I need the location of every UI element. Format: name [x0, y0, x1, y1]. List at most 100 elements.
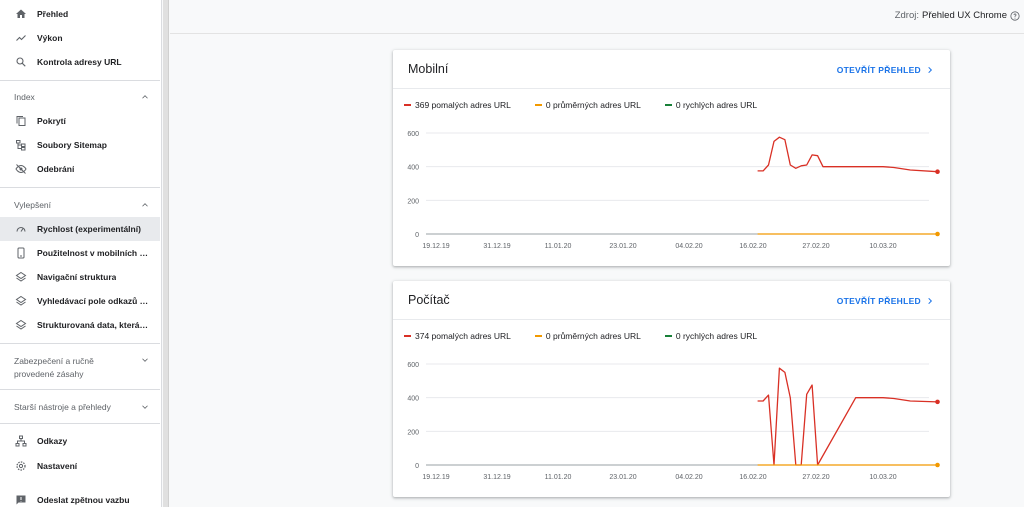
gear-icon — [14, 459, 28, 473]
sidebar-item-label: Odebrání — [37, 164, 75, 174]
x-tick-label: 27.02.20 — [802, 474, 829, 481]
card-title: Mobilní — [408, 62, 449, 76]
y-tick-label: 600 — [407, 362, 419, 369]
section-title: Vylepšení — [14, 200, 52, 210]
x-tick-label: 31.12.19 — [483, 474, 510, 481]
section-title: provedené zásahy — [14, 369, 84, 379]
open-report-label: OTEVŘÍT PŘEHLED — [836, 65, 921, 75]
section-title: Index — [14, 92, 35, 102]
sidebar-item-label: Strukturovaná data, která nel... — [37, 320, 149, 330]
sidebar-item-mobile-usability[interactable]: Použitelnost v mobilních zaří... — [0, 241, 160, 265]
y-tick-label: 0 — [415, 463, 419, 470]
chevron-down-icon — [142, 358, 148, 362]
sidebar-item-settings[interactable]: Nastavení — [0, 454, 160, 478]
chevron-right-icon — [928, 297, 933, 305]
chevron-up-icon — [142, 95, 148, 99]
legend-item-fast[interactable]: 0 rychlých adres URL — [664, 331, 757, 341]
legend-swatch — [534, 335, 542, 337]
section-enhancements[interactable]: Vylepšení — [0, 200, 160, 210]
x-tick-label: 10.03.20 — [869, 243, 896, 250]
legend-label: 0 průměrných adres URL — [545, 100, 641, 110]
sidebar-item-feedback[interactable]: Odeslat zpětnou vazbu — [0, 488, 160, 507]
sidebar-item-removals[interactable]: Odebrání — [0, 157, 160, 181]
home-icon — [14, 7, 28, 21]
speed-icon — [14, 222, 28, 236]
y-tick-label: 200 — [407, 198, 419, 205]
sidebar-item-coverage[interactable]: Pokrytí — [0, 109, 160, 133]
sidebar-item-overview[interactable]: Přehled — [0, 2, 160, 26]
legend-swatch — [664, 104, 672, 106]
divider — [393, 319, 950, 320]
series-end-point — [935, 462, 940, 468]
sidebar-item-label: Pokrytí — [37, 116, 66, 126]
feedback-icon — [14, 493, 28, 507]
mobile-card: Mobilní OTEVŘÍT PŘEHLED 369 pomalých adr… — [393, 50, 950, 266]
series-end-point — [935, 169, 940, 175]
sidebar-item-sitelinks-searchbox[interactable]: Vyhledávací pole odkazů na ... — [0, 289, 160, 313]
sidebar-item-label: Vyhledávací pole odkazů na ... — [37, 296, 149, 306]
layers-icon — [14, 318, 28, 332]
sidebar: Přehled Výkon Kontrola adresy URL Index … — [0, 0, 162, 507]
y-tick-label: 0 — [415, 232, 419, 239]
sidebar-item-url-inspection[interactable]: Kontrola adresy URL — [0, 50, 160, 74]
divider — [0, 389, 160, 390]
y-tick-label: 400 — [407, 396, 419, 403]
x-tick-label: 23.01.20 — [609, 474, 636, 481]
help-icon[interactable] — [1010, 10, 1020, 21]
legend-item-slow[interactable]: 369 pomalých adres URL — [404, 100, 511, 110]
open-report-label: OTEVŘÍT PŘEHLED — [836, 296, 921, 306]
legend-item-fast[interactable]: 0 rychlých adres URL — [664, 100, 757, 110]
y-tick-label: 200 — [407, 429, 419, 436]
open-report-button[interactable]: OTEVŘÍT PŘEHLED — [837, 65, 934, 75]
sidebar-item-label: Rychlost (experimentální) — [37, 224, 141, 234]
card-title: Počítač — [408, 293, 450, 307]
x-tick-label: 23.01.20 — [609, 243, 636, 250]
chart-legend: 369 pomalých adres URL 0 průměrných adre… — [404, 100, 781, 110]
series-line — [757, 367, 938, 466]
sitemap-icon — [14, 138, 28, 152]
sidebar-item-speed[interactable]: Rychlost (experimentální) — [0, 217, 160, 241]
series-end-point — [935, 399, 940, 405]
sidebar-item-label: Použitelnost v mobilních zaří... — [37, 248, 149, 258]
sidebar-item-performance[interactable]: Výkon — [0, 26, 160, 50]
legend-label: 0 průměrných adres URL — [545, 331, 641, 341]
data-source: Zdroj: Přehled UX Chrome — [895, 10, 1020, 21]
legend-swatch — [404, 335, 411, 337]
sidebar-item-label: Odkazy — [37, 436, 68, 446]
section-title: Zabezpečení a ručně — [14, 356, 94, 366]
trending-icon — [14, 31, 28, 45]
section-index[interactable]: Index — [0, 92, 160, 102]
x-tick-label: 11.01.20 — [545, 474, 572, 481]
x-tick-label: 31.12.19 — [483, 243, 510, 250]
desktop-speed-chart: 0 200 400 600 19.12.19 31.12.19 11.01.20 23.01.… — [407, 362, 940, 481]
chart-legend: 374 pomalých adres URL 0 průměrných adre… — [404, 331, 781, 341]
legend-label: 374 pomalých adres URL — [415, 331, 511, 341]
legend-item-slow[interactable]: 374 pomalých adres URL — [404, 331, 511, 341]
section-title: Starší nástroje a přehledy — [14, 402, 111, 412]
x-tick-label: 16.02.20 — [739, 474, 766, 481]
section-legacy-tools[interactable]: Starší nástroje a přehledy — [0, 402, 160, 412]
x-tick-label: 19.12.19 — [422, 243, 449, 250]
open-report-button[interactable]: OTEVŘÍT PŘEHLED — [837, 296, 934, 306]
sidebar-item-label: Soubory Sitemap — [37, 140, 107, 150]
x-tick-label: 11.01.20 — [545, 243, 572, 250]
copy-icon — [14, 114, 28, 128]
sidebar-scrollbar[interactable] — [163, 0, 169, 507]
legend-item-average[interactable]: 0 průměrných adres URL — [534, 331, 641, 341]
divider — [0, 423, 160, 424]
sidebar-item-label: Odeslat zpětnou vazbu — [37, 495, 130, 505]
sidebar-item-links[interactable]: Odkazy — [0, 429, 160, 453]
sidebar-item-unparsable-structured-data[interactable]: Strukturovaná data, která nel... — [0, 313, 160, 337]
top-bar: Zdroj: Přehled UX Chrome — [170, 0, 1024, 34]
legend-swatch — [664, 335, 672, 337]
divider — [0, 187, 160, 188]
desktop-card: Počítač OTEVŘÍT PŘEHLED 374 pomalých adr… — [393, 281, 950, 497]
x-tick-label: 27.02.20 — [802, 243, 829, 250]
chevron-down-icon — [142, 405, 148, 409]
chevron-up-icon — [142, 203, 148, 207]
sidebar-item-label: Navigační struktura — [37, 272, 117, 282]
section-security[interactable]: Zabezpečení a ručně provedené zásahy — [0, 355, 160, 381]
sidebar-item-sitemaps[interactable]: Soubory Sitemap — [0, 133, 160, 157]
legend-item-average[interactable]: 0 průměrných adres URL — [534, 100, 641, 110]
sidebar-item-breadcrumbs[interactable]: Navigační struktura — [0, 265, 160, 289]
